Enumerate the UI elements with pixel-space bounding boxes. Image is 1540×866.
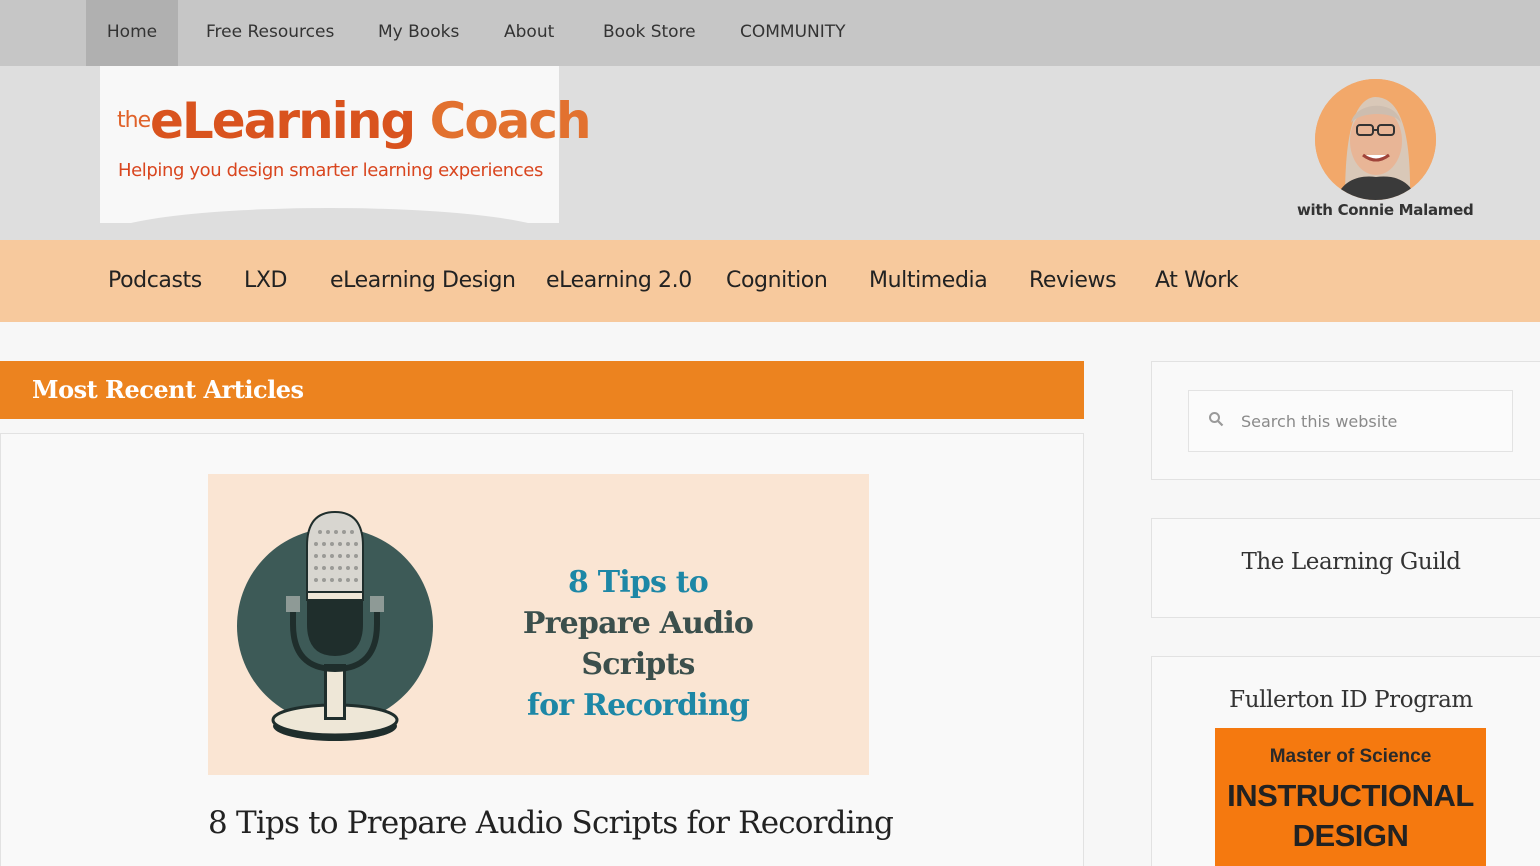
fullerton-ad-banner[interactable]: Master of Science INSTRUCTIONAL DESIGN: [1215, 728, 1486, 866]
logo-the: the: [117, 108, 151, 133]
top-nav: Home Free Resources My Books About Book …: [0, 0, 1540, 66]
category-nav: Podcasts LXD eLearning Design eLearning …: [0, 240, 1540, 322]
category-lxd[interactable]: LXD: [244, 240, 287, 322]
top-nav-community[interactable]: COMMUNITY: [740, 0, 846, 66]
section-header-bar: Most Recent Articles: [0, 361, 1084, 419]
ad-line-1: Master of Science: [1269, 746, 1432, 767]
featured-image-text: 8 Tips to Prepare Audio Scripts for Reco…: [468, 562, 808, 726]
section-title: Most Recent Articles: [32, 375, 304, 404]
feature-line-1: 8 Tips to: [567, 565, 709, 600]
ad-line-2: INSTRUCTIONAL: [1227, 778, 1474, 813]
category-reviews[interactable]: Reviews: [1029, 240, 1117, 322]
avatar: [1315, 79, 1436, 200]
ad-line-3: DESIGN: [1292, 818, 1409, 853]
category-elearning-2[interactable]: eLearning 2.0: [546, 240, 692, 322]
category-at-work[interactable]: At Work: [1155, 240, 1239, 322]
top-nav-book-store[interactable]: Book Store: [603, 0, 696, 66]
learning-guild-widget: The Learning Guild: [1151, 518, 1540, 618]
ad-headline: INSTRUCTIONAL DESIGN: [1215, 776, 1486, 856]
author-caption: with Connie Malamed: [1297, 201, 1474, 219]
article-title-link[interactable]: 8 Tips to Prepare Audio Scripts for Reco…: [208, 805, 894, 841]
logo-elearning: eLearning: [150, 92, 416, 150]
search-box: [1188, 390, 1513, 452]
top-nav-free-resources[interactable]: Free Resources: [206, 0, 334, 66]
search-input[interactable]: [1241, 391, 1501, 451]
feature-line-3: for Recording: [526, 688, 750, 723]
featured-image[interactable]: 8 Tips to Prepare Audio Scripts for Reco…: [208, 474, 869, 775]
category-elearning-design[interactable]: eLearning Design: [330, 240, 516, 322]
category-cognition[interactable]: Cognition: [726, 240, 828, 322]
top-nav-my-books[interactable]: My Books: [378, 0, 459, 66]
feature-line-2: Prepare Audio Scripts: [522, 606, 754, 682]
category-podcasts[interactable]: Podcasts: [108, 240, 202, 322]
category-multimedia[interactable]: Multimedia: [869, 240, 988, 322]
top-nav-home[interactable]: Home: [86, 0, 178, 66]
logo-wordmark: eLearning Coach: [150, 92, 592, 150]
widget-title-learning-guild[interactable]: The Learning Guild: [1152, 549, 1540, 575]
logo-coach: Coach: [429, 92, 592, 150]
widget-title-fullerton: Fullerton ID Program: [1229, 687, 1473, 713]
search-icon[interactable]: [1208, 411, 1224, 427]
top-nav-about[interactable]: About: [504, 0, 554, 66]
logo-tagline: Helping you design smarter learning expe…: [118, 160, 543, 181]
